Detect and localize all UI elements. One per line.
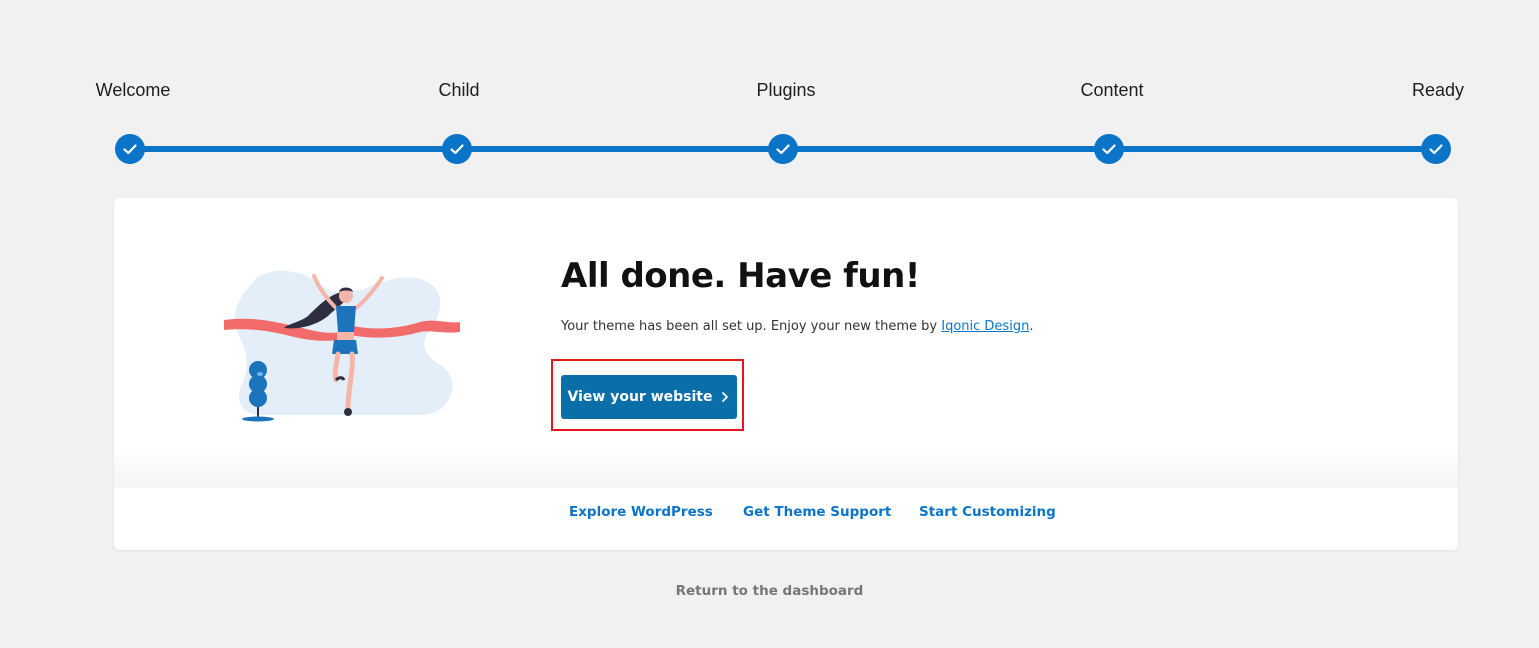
step-complete-check-icon <box>1094 134 1124 164</box>
step-label-child: Child <box>438 80 480 100</box>
step-complete-check-icon <box>1421 134 1451 164</box>
step-complete-check-icon <box>115 134 145 164</box>
chevron-right-icon <box>722 392 729 402</box>
card-fade-divider <box>114 446 1458 488</box>
setup-wizard-steps: Welcome Child Plugins Content Ready <box>0 0 1539 190</box>
setup-complete-message: Your theme has been all set up. Enjoy yo… <box>561 319 1033 334</box>
step-label-plugins: Plugins <box>756 80 816 100</box>
step-label-ready: Ready <box>1411 80 1465 100</box>
ready-step-card: All done. Have fun! Your theme has been … <box>114 198 1458 550</box>
step-label-content: Content <box>1080 80 1144 100</box>
step-complete-check-icon <box>768 134 798 164</box>
subtext-prefix: Your theme has been all set up. Enjoy yo… <box>561 319 942 334</box>
step-label-welcome: Welcome <box>95 80 171 100</box>
footer-links: Explore WordPress Get Theme Support Star… <box>114 504 1458 524</box>
return-to-dashboard-link[interactable]: Return to the dashboard <box>0 583 1539 599</box>
author-link[interactable]: Iqonic Design <box>941 319 1029 334</box>
view-website-button[interactable]: View your website <box>561 375 737 419</box>
finish-line-runner-illustration <box>224 270 460 422</box>
page-title: All done. Have fun! <box>561 256 920 296</box>
explore-wordpress-link[interactable]: Explore WordPress <box>569 504 713 520</box>
view-website-label: View your website <box>567 389 713 405</box>
subtext-suffix: . <box>1029 319 1034 334</box>
get-theme-support-link[interactable]: Get Theme Support <box>743 504 891 520</box>
start-customizing-link[interactable]: Start Customizing <box>919 504 1056 520</box>
step-complete-check-icon <box>442 134 472 164</box>
